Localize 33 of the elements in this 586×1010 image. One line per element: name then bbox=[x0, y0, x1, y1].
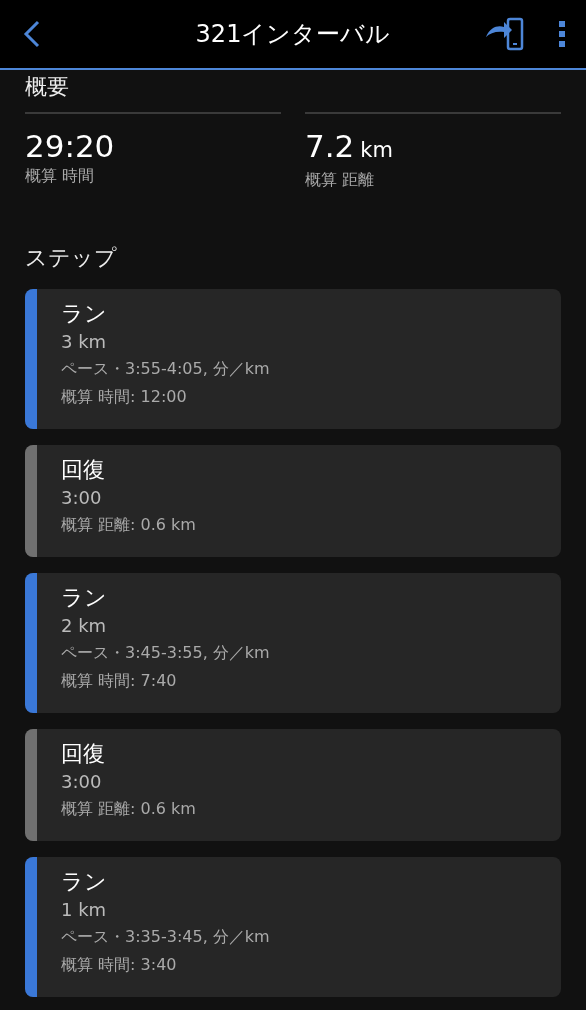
step-detail: 概算 時間: 3:40 bbox=[61, 954, 178, 976]
step-detail: 概算 距離: 0.6 km bbox=[61, 514, 196, 536]
section-title: ステップ bbox=[25, 244, 118, 272]
step-amount: 3:00 bbox=[61, 486, 103, 510]
step-name: ラン bbox=[61, 868, 108, 896]
stat-label: 概算 距離 bbox=[305, 170, 376, 191]
step-detail: ペース・3:55-4:05, 分／km bbox=[61, 358, 270, 380]
step-name: 回復 bbox=[61, 456, 106, 484]
step-card[interactable]: ラン 3 km ペース・3:55-4:05, 分／km 概算 時間: 12:00 bbox=[25, 289, 561, 429]
step-detail: 概算 時間: 7:40 bbox=[61, 670, 178, 692]
step-amount: 1 km bbox=[61, 898, 108, 922]
stat-label: 概算 時間 bbox=[25, 166, 96, 187]
step-card[interactable]: ラン 2 km ペース・3:45-3:55, 分／km 概算 時間: 7:40 bbox=[25, 573, 561, 713]
more-menu-icon[interactable] bbox=[558, 20, 566, 48]
send-to-phone-icon[interactable] bbox=[484, 17, 526, 51]
step-card[interactable]: 回復 3:00 概算 距離: 0.6 km bbox=[25, 445, 561, 557]
step-name: 回復 bbox=[61, 740, 106, 768]
step-detail: ペース・3:35-3:45, 分／km bbox=[61, 926, 270, 948]
step-name: ラン bbox=[61, 584, 108, 612]
step-name: ラン bbox=[61, 300, 108, 328]
step-detail: ペース・3:45-3:55, 分／km bbox=[61, 642, 270, 664]
step-detail: 概算 時間: 12:00 bbox=[61, 386, 188, 408]
step-amount: 3 km bbox=[61, 330, 108, 354]
step-amount: 2 km bbox=[61, 614, 108, 638]
step-amount: 3:00 bbox=[61, 770, 103, 794]
stat-value: 7.2 km bbox=[305, 128, 394, 166]
section-title: 概要 bbox=[25, 73, 70, 101]
step-detail: 概算 距離: 0.6 km bbox=[61, 798, 196, 820]
back-icon[interactable] bbox=[22, 19, 42, 49]
step-card[interactable]: ラン 1 km ペース・3:35-3:45, 分／km 概算 時間: 3:40 bbox=[25, 857, 561, 997]
screen-title: 321インターバル bbox=[194, 19, 392, 50]
step-card[interactable]: 回復 3:00 概算 距離: 0.6 km bbox=[25, 729, 561, 841]
stat-value: 29:20 bbox=[25, 128, 116, 164]
